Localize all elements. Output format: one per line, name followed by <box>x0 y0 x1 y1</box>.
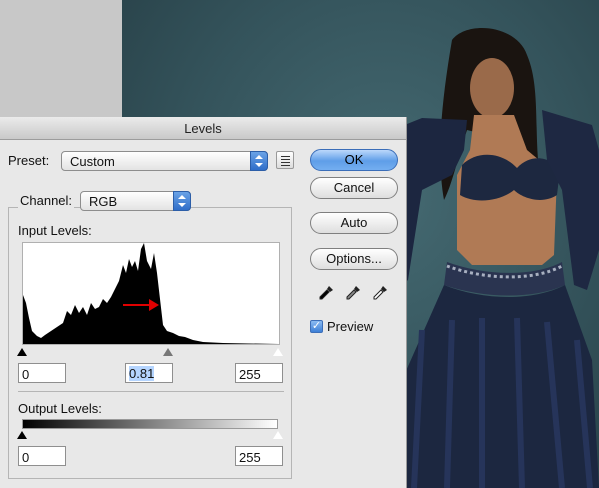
checkmark-icon: ✓ <box>311 320 322 332</box>
output-gradient-bar <box>22 419 278 429</box>
gray-eyedropper-icon[interactable] <box>345 285 361 301</box>
histogram-data <box>23 243 279 344</box>
input-gamma-field[interactable]: 0.81 <box>125 363 173 383</box>
dialog-title: Levels <box>184 121 222 136</box>
options-button[interactable]: Options... <box>310 248 398 270</box>
output-black-field[interactable] <box>18 446 66 466</box>
divider <box>18 391 284 392</box>
output-levels-label: Output Levels: <box>18 401 102 416</box>
input-black-field[interactable] <box>18 363 66 383</box>
channel-label: Channel: <box>18 193 75 208</box>
levels-dialog: Levels Preset: Custom Channel: RGB Input… <box>0 117 407 488</box>
input-black-slider[interactable] <box>17 348 27 356</box>
input-white-field[interactable] <box>235 363 283 383</box>
preset-menu-icon[interactable] <box>276 151 294 169</box>
input-levels-label: Input Levels: <box>18 223 92 238</box>
cancel-button[interactable]: Cancel <box>310 177 398 199</box>
preset-label: Preset: <box>8 153 50 168</box>
select-arrows-icon <box>173 191 191 211</box>
white-eyedropper-icon[interactable] <box>372 285 388 301</box>
select-arrows-icon <box>250 151 268 171</box>
preset-select[interactable]: Custom <box>61 151 268 171</box>
dialog-titlebar[interactable]: Levels <box>0 117 406 140</box>
output-white-slider[interactable] <box>272 430 284 440</box>
output-white-field[interactable] <box>235 446 283 466</box>
preview-checkbox[interactable]: ✓ <box>310 320 323 333</box>
input-white-slider[interactable] <box>272 347 284 357</box>
auto-button[interactable]: Auto <box>310 212 398 234</box>
preview-label[interactable]: Preview <box>327 319 373 334</box>
black-eyedropper-icon[interactable] <box>318 285 334 301</box>
ok-button[interactable]: OK <box>310 149 398 171</box>
channel-value: RGB <box>89 194 118 209</box>
output-black-slider[interactable] <box>17 431 27 439</box>
histogram <box>22 242 280 345</box>
input-gamma-slider[interactable] <box>163 348 173 356</box>
channel-select[interactable]: RGB <box>80 191 191 211</box>
preset-value: Custom <box>70 154 115 169</box>
